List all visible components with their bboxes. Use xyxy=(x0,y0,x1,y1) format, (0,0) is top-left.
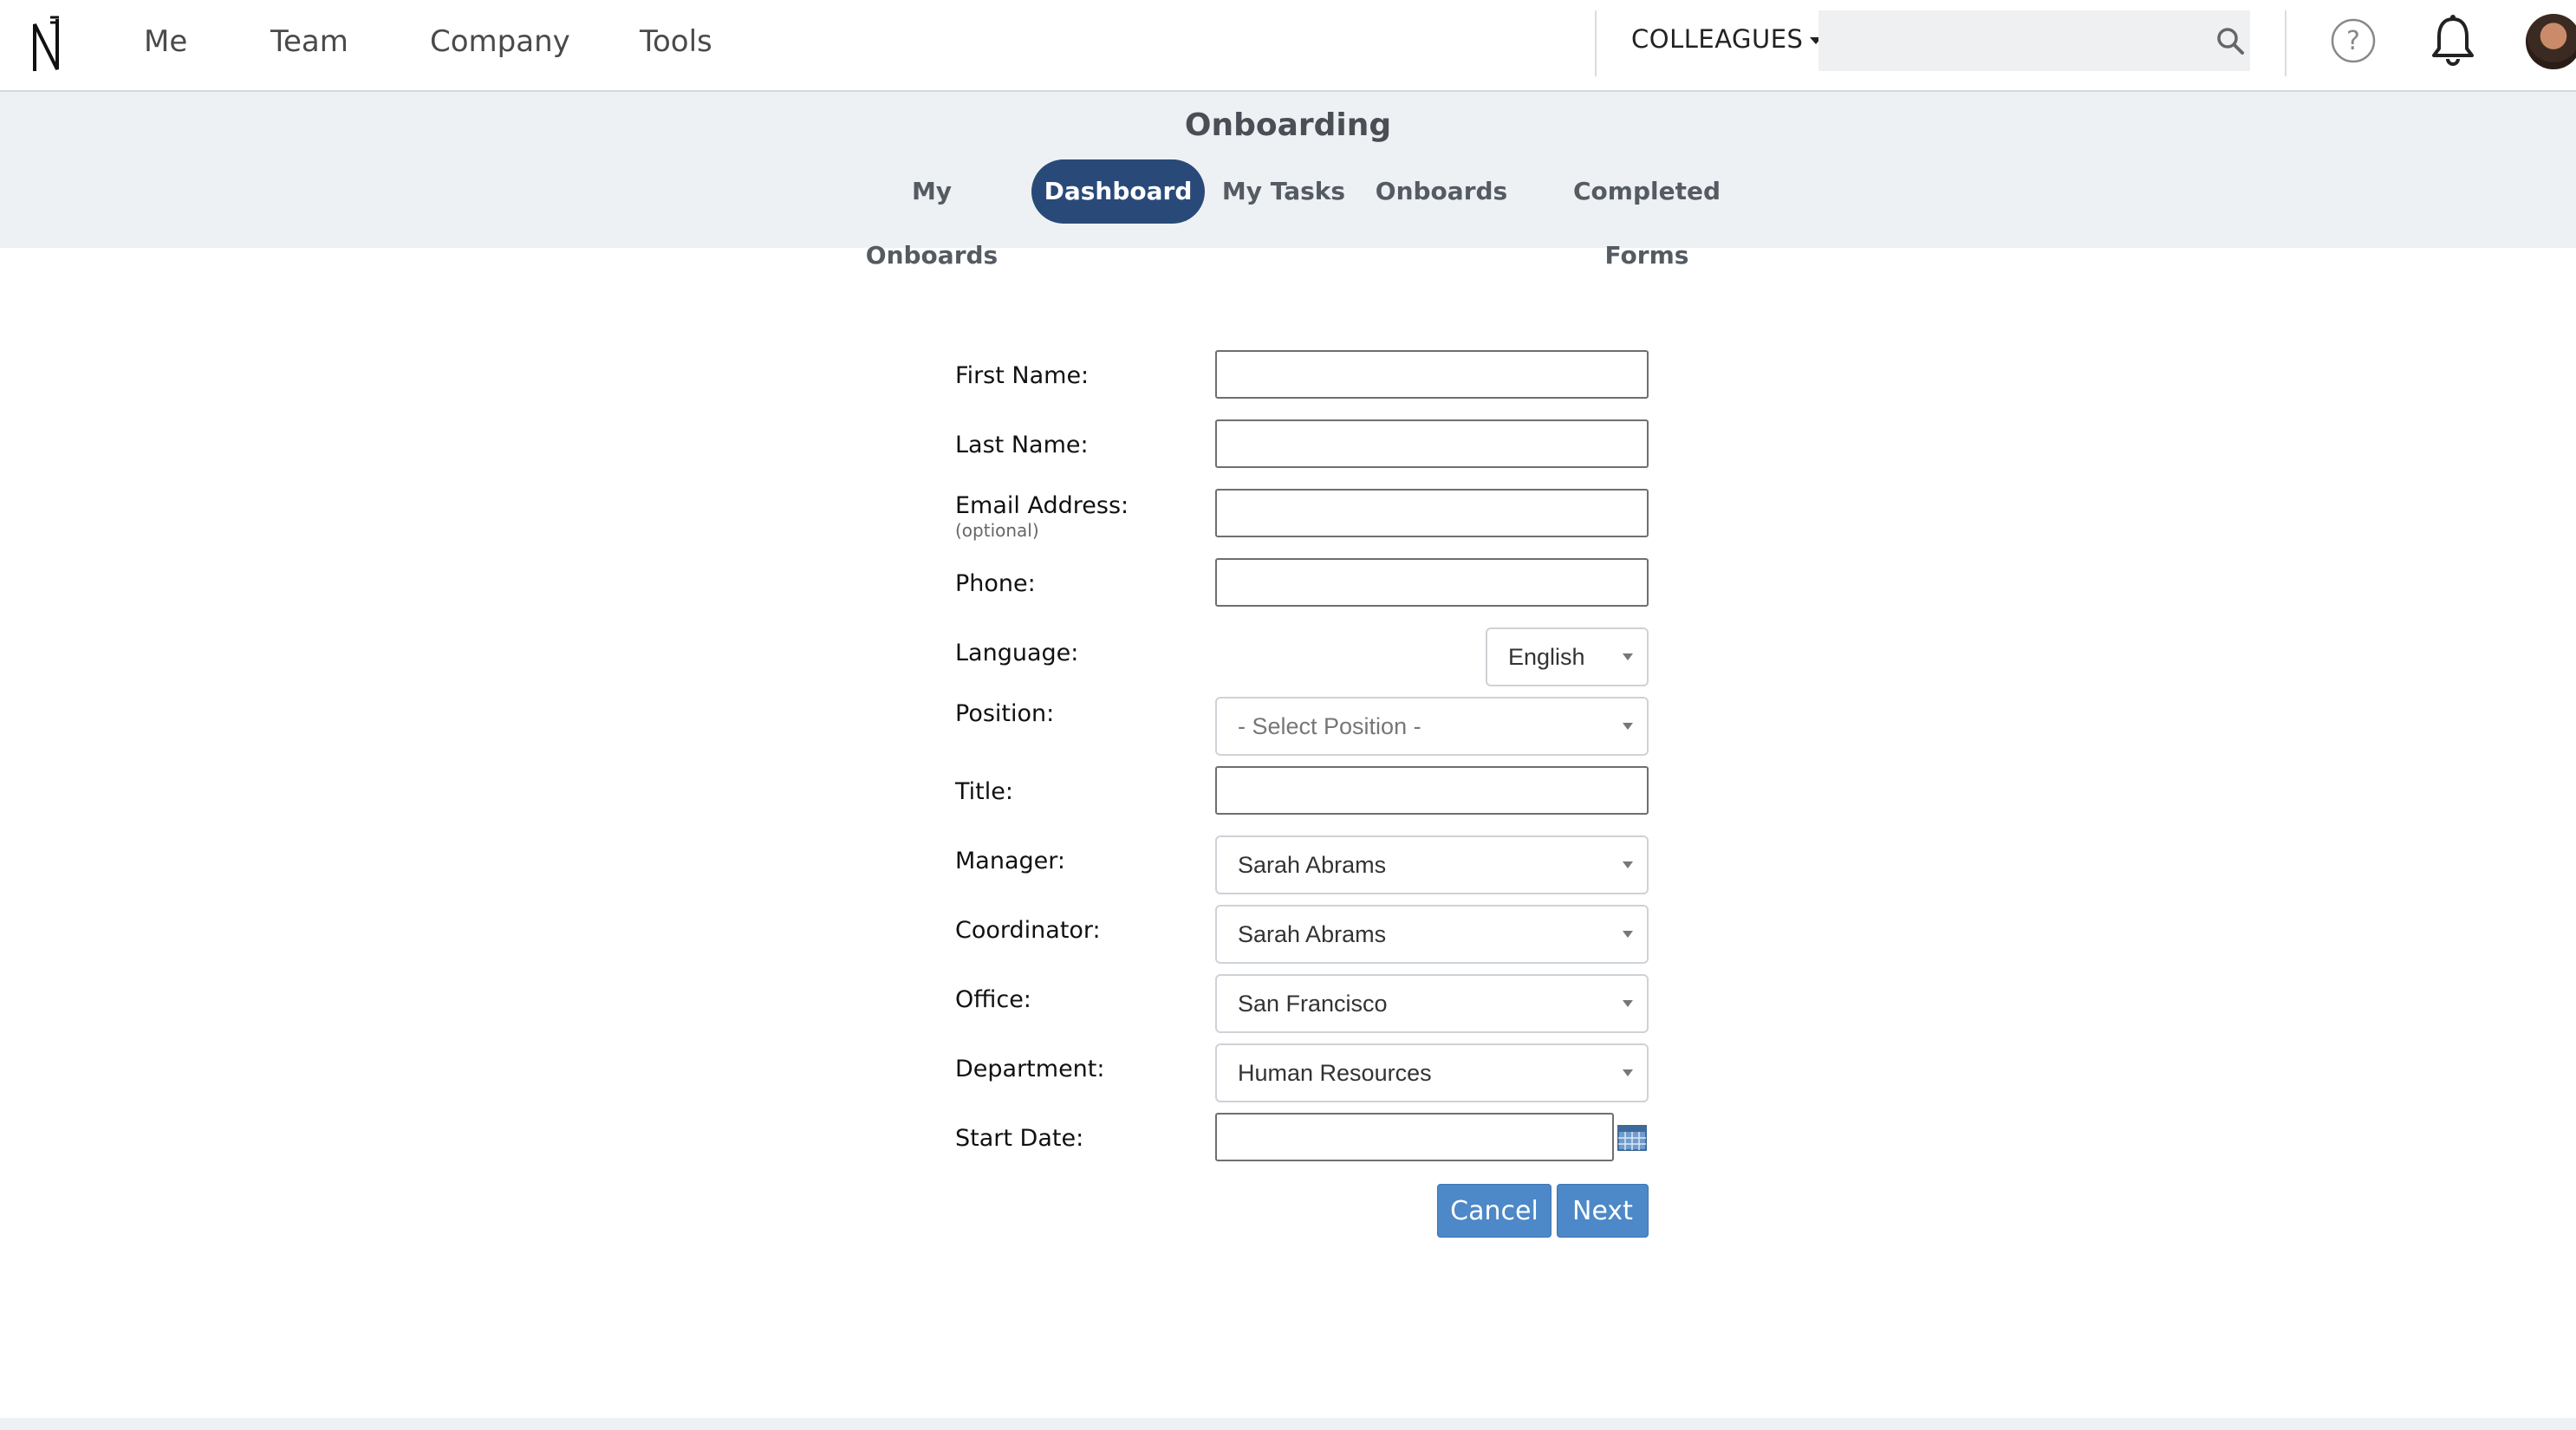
start-date-field[interactable] xyxy=(1215,1113,1614,1161)
page-title: Onboarding xyxy=(1184,107,1392,143)
tab-onboards[interactable]: Onboards xyxy=(1375,159,1508,224)
cancel-button[interactable]: Cancel xyxy=(1437,1184,1551,1238)
language-value: English xyxy=(1508,644,1585,670)
email-optional-note: (optional) xyxy=(955,520,1039,541)
first-name-label: First Name: xyxy=(955,362,1090,389)
chevron-down-icon xyxy=(1623,931,1633,938)
title-field[interactable] xyxy=(1215,766,1649,815)
position-select[interactable]: - Select Position - xyxy=(1215,697,1649,756)
svg-text:?: ? xyxy=(2346,26,2360,56)
colleagues-dropdown[interactable]: COLLEAGUES xyxy=(1631,24,1823,54)
start-date-label: Start Date: xyxy=(955,1125,1084,1152)
search-icon[interactable] xyxy=(2215,26,2245,55)
department-label: Department: xyxy=(955,1056,1105,1082)
office-select[interactable]: San Francisco xyxy=(1215,974,1649,1033)
onboarding-header: Onboarding My Onboards Dashboard My Task… xyxy=(0,92,2576,270)
chevron-down-icon xyxy=(1623,1000,1633,1007)
manager-label: Manager: xyxy=(955,848,1065,874)
manager-select[interactable]: Sarah Abrams xyxy=(1215,835,1649,894)
title-label: Title: xyxy=(955,778,1013,805)
manager-value: Sarah Abrams xyxy=(1238,852,1387,878)
nav-divider xyxy=(2285,10,2287,76)
tab-my-tasks[interactable]: My Tasks xyxy=(1220,159,1347,224)
tab-dashboard[interactable]: Dashboard xyxy=(1031,159,1205,224)
next-button[interactable]: Next xyxy=(1557,1184,1649,1238)
office-value: San Francisco xyxy=(1238,991,1388,1017)
chevron-down-icon xyxy=(1623,723,1633,730)
email-field[interactable] xyxy=(1215,489,1649,537)
tab-bar: My Onboards Dashboard My Tasks Onboards … xyxy=(0,159,2576,270)
nav-team[interactable]: Team xyxy=(270,24,348,59)
coordinator-value: Sarah Abrams xyxy=(1238,921,1387,947)
nav-tools[interactable]: Tools xyxy=(640,24,712,59)
phone-label: Phone: xyxy=(955,570,1036,597)
tab-completed-forms[interactable]: Completed Forms xyxy=(1536,159,1758,270)
chevron-down-icon xyxy=(1623,861,1633,868)
office-label: Office: xyxy=(955,986,1031,1013)
calendar-icon[interactable] xyxy=(1617,1125,1647,1151)
phone-field[interactable] xyxy=(1215,558,1649,607)
language-select[interactable]: English xyxy=(1486,627,1649,686)
bell-icon[interactable] xyxy=(2429,14,2477,68)
nav-divider xyxy=(1595,10,1597,76)
help-icon[interactable]: ? xyxy=(2330,17,2377,64)
chevron-down-icon xyxy=(1623,653,1633,660)
colleagues-label: COLLEAGUES xyxy=(1631,24,1804,54)
last-name-field[interactable] xyxy=(1215,419,1649,468)
logo-icon[interactable] xyxy=(29,12,64,75)
language-label: Language: xyxy=(955,640,1079,666)
chevron-down-icon xyxy=(1623,1069,1633,1076)
email-label: Email Address: xyxy=(955,492,1129,519)
position-value: - Select Position - xyxy=(1238,713,1421,739)
search-input[interactable] xyxy=(1818,10,2250,71)
nav-me[interactable]: Me xyxy=(144,24,187,59)
last-name-label: Last Name: xyxy=(955,432,1089,458)
position-label: Position: xyxy=(955,700,1055,727)
footer-bar xyxy=(0,1418,2576,1430)
nav-company[interactable]: Company xyxy=(430,24,570,59)
avatar[interactable] xyxy=(2526,14,2576,69)
department-select[interactable]: Human Resources xyxy=(1215,1043,1649,1102)
department-value: Human Resources xyxy=(1238,1060,1432,1086)
first-name-field[interactable] xyxy=(1215,350,1649,399)
coordinator-select[interactable]: Sarah Abrams xyxy=(1215,905,1649,964)
coordinator-label: Coordinator: xyxy=(955,917,1101,944)
top-navbar: Me Team Company Tools COLLEAGUES ? xyxy=(0,0,2576,92)
tab-my-onboards[interactable]: My Onboards xyxy=(848,159,1016,270)
